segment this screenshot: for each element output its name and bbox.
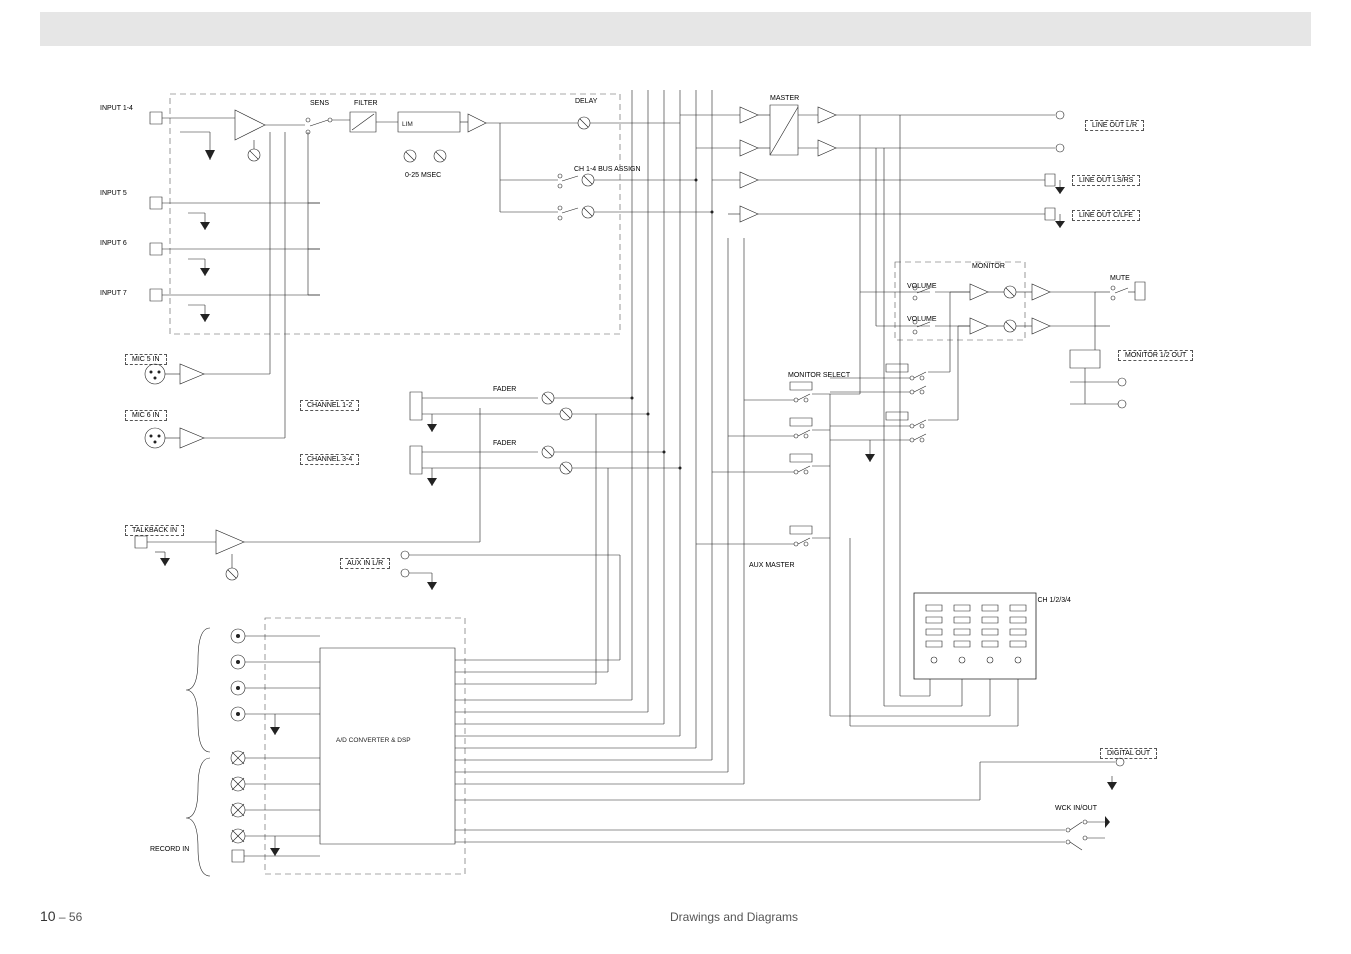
label-monitor-section: MONITOR	[972, 263, 1005, 270]
ms-matrix	[770, 105, 798, 155]
label-pan: DELAY	[575, 98, 597, 105]
lineout-l-jack	[1056, 111, 1064, 119]
sub-out-1	[712, 172, 1065, 194]
bus-assign-pot1	[582, 174, 594, 186]
label-monsel-a: MONITOR SELECT	[788, 372, 850, 379]
label-sens: SENS	[310, 100, 329, 107]
play-out-jacks	[231, 751, 320, 856]
lineout-r-jack	[1056, 144, 1064, 152]
label-input7: INPUT 7	[100, 290, 127, 297]
aux-in-jack	[401, 551, 620, 590]
out-amp-l	[818, 107, 836, 123]
gnd-arrow-1	[205, 150, 215, 160]
ad-dsp-block	[320, 648, 455, 844]
label-mute-a: MUTE	[887, 367, 907, 374]
label-filter: FILTER	[354, 100, 378, 107]
preamp-1	[235, 110, 265, 140]
label-lineout-lr: LINE OUT L/R	[1085, 120, 1144, 131]
label-delayms: 0-25 MSEC	[405, 172, 441, 179]
post-lim-amp	[468, 114, 486, 132]
label-surround: LINE OUT LS/RS	[1072, 175, 1140, 186]
level-meters	[830, 115, 1036, 726]
label-input1-4: INPUT 1-4	[100, 105, 133, 112]
label-aux-in: AUX IN L/R	[340, 558, 390, 569]
monitor-out-block	[1070, 282, 1145, 408]
bus-assign-sw-1	[558, 174, 578, 188]
input6-chain	[150, 243, 320, 276]
xformer	[1070, 350, 1100, 368]
title-bar	[40, 12, 1311, 46]
label-mute-b: MUTE	[887, 415, 907, 422]
label-proc34: CHANNEL 3-4	[300, 454, 359, 465]
label-talkback: TALKBACK IN	[125, 525, 184, 536]
sub-out-2	[728, 206, 1065, 228]
label-proc12: CHANNEL 1-2	[300, 400, 359, 411]
sens-switch	[306, 118, 332, 134]
page-right: Drawings and Diagrams	[670, 910, 798, 924]
bus-assign-pot2	[582, 206, 594, 218]
label-auxmaster: AUX MASTER	[749, 562, 795, 569]
label-rec-in: RECORD IN	[150, 846, 189, 853]
label-bus-assign: CH 1-4 BUS ASSIGN	[574, 166, 641, 173]
input5-chain	[150, 197, 320, 230]
svg-text:A/D CONVERTER & DSP: A/D CONVERTER & DSP	[336, 737, 411, 744]
label-monout: MONITOR 1/2 OUT	[1118, 350, 1193, 361]
input-fader-a	[404, 150, 416, 162]
label-fader2: FADER	[493, 440, 516, 447]
brace-play	[186, 758, 210, 876]
recorder-group-box	[265, 618, 465, 874]
monitor-chain-2	[876, 148, 1095, 334]
input-group-box	[170, 94, 620, 334]
mic5-in	[145, 132, 270, 384]
out-amp-r	[818, 140, 836, 156]
monitor-select-left	[696, 292, 860, 548]
monitor-group-box	[895, 262, 1025, 340]
talkback-chain	[135, 408, 480, 580]
input-fader-b	[434, 150, 446, 162]
brace-rec	[186, 628, 210, 752]
label-input5: INPUT 5	[100, 190, 127, 197]
digi-out-jack	[1116, 758, 1124, 766]
label-digiout: DIGITAL OUT	[1100, 748, 1157, 759]
schematic-svg: LIM	[0, 0, 1351, 954]
label-hp: MUTE	[1110, 275, 1130, 282]
pan-pot	[578, 117, 590, 129]
rec-in-jacks	[231, 629, 320, 735]
input7-chain	[150, 289, 320, 322]
limiter-block	[398, 112, 460, 132]
phantom-pot	[248, 149, 260, 161]
page-left: 10 – 56	[40, 908, 82, 924]
label-master-fader: MASTER	[770, 95, 799, 102]
ch-proc-34	[410, 446, 680, 486]
input1-4-jack	[150, 112, 180, 124]
mic6-in	[145, 132, 285, 448]
label-input6: INPUT 6	[100, 240, 127, 247]
master-amp-l	[680, 107, 770, 123]
ext-rec-in-jack	[232, 850, 320, 862]
label-mic5: MIC 5 IN	[125, 354, 167, 365]
label-meter-title: LEVEL METERS L/R + CH 1/2/3/4	[964, 597, 1071, 604]
label-centre: LINE OUT C/LFE	[1072, 210, 1140, 221]
label-mic6: MIC 6 IN	[125, 410, 167, 421]
bus-assign-sw-2	[558, 206, 578, 220]
monitor-select-right	[830, 292, 970, 462]
filter-block	[350, 112, 376, 132]
label-vol1: VOLUME	[907, 283, 937, 290]
monitor-chain-1	[860, 115, 1095, 300]
label-fader1: FADER	[493, 386, 516, 393]
label-wck: WCK IN/OUT	[1055, 805, 1097, 812]
svg-text:LIM: LIM	[402, 121, 413, 128]
ch-proc-12	[410, 392, 648, 432]
master-amp-r	[696, 140, 770, 156]
label-vol2: VOLUME	[907, 316, 937, 323]
